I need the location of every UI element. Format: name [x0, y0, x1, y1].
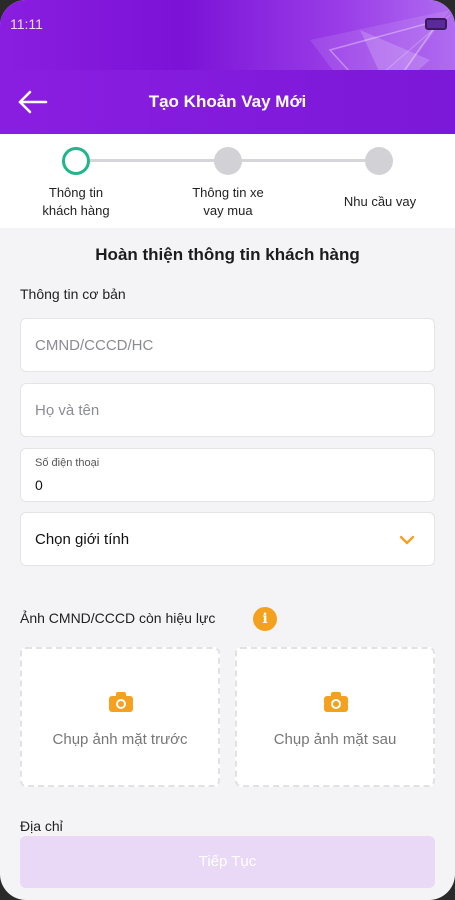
id-photo-label: Ảnh CMND/CCCD còn hiệu lực: [20, 610, 216, 626]
step-2-indicator: [214, 147, 242, 175]
app-bar: Tạo Khoản Vay Mới: [0, 70, 455, 134]
step-3-label: Nhu cầu vay: [325, 193, 435, 211]
stepper-connector-2: [242, 159, 366, 162]
step-1-label-line1: Thông tin: [48, 185, 104, 200]
back-photo-caption: Chụp ảnh mặt sau: [273, 731, 397, 748]
step-2-label-line1: Thông tin xe: [192, 185, 264, 200]
step-1-indicator: [62, 147, 90, 175]
step-3-indicator: [365, 147, 393, 175]
camera-icon: [324, 692, 348, 712]
front-photo-button[interactable]: Chụp ảnh mặt trước: [20, 647, 220, 787]
basic-info-label: Thông tin cơ bản: [20, 286, 126, 302]
gender-select-text: Chọn giới tính: [35, 531, 130, 548]
step-2-label-line2: vay mua: [203, 203, 253, 218]
full-name-field[interactable]: Họ và tên: [20, 383, 435, 437]
phone-number-field[interactable]: Số điện thoại 0: [20, 448, 435, 502]
page-title: Tạo Khoản Vay Mới: [148, 92, 307, 111]
continue-button[interactable]: Tiếp Tục: [20, 836, 435, 888]
id-number-field[interactable]: CMND/CCCD/HC: [20, 318, 435, 372]
step-3-label-line1: Nhu cầu vay: [343, 194, 417, 209]
stepper-connector-1: [90, 159, 214, 162]
phone-number-value: 0: [35, 477, 43, 493]
status-bar: 11:11: [0, 0, 455, 70]
back-photo-button[interactable]: Chụp ảnh mặt sau: [235, 647, 435, 787]
step-1-label-line2: khách hàng: [42, 203, 110, 218]
address-label: Địa chỉ: [20, 818, 63, 834]
section-title: Hoàn thiện thông tin khách hàng: [95, 245, 360, 264]
camera-icon: [109, 692, 133, 712]
gender-select[interactable]: Chọn giới tính: [20, 512, 435, 566]
header-decoration: [310, 10, 451, 70]
phone-screen: 11:11 Tạo Khoản Vay Mới Thông tin khách …: [0, 0, 455, 900]
status-time: 11:11: [10, 16, 43, 32]
step-1-label: Thông tin khách hàng: [20, 184, 132, 220]
battery-icon: [425, 18, 447, 30]
chevron-down-icon: [399, 535, 415, 545]
full-name-placeholder: Họ và tên: [35, 402, 100, 419]
info-icon[interactable]: i: [253, 607, 277, 631]
id-number-placeholder: CMND/CCCD/HC: [35, 337, 154, 354]
step-2-label: Thông tin xe vay mua: [170, 184, 286, 220]
phone-number-label: Số điện thoại: [35, 457, 100, 469]
front-photo-caption: Chụp ảnh mặt trước: [52, 731, 188, 748]
